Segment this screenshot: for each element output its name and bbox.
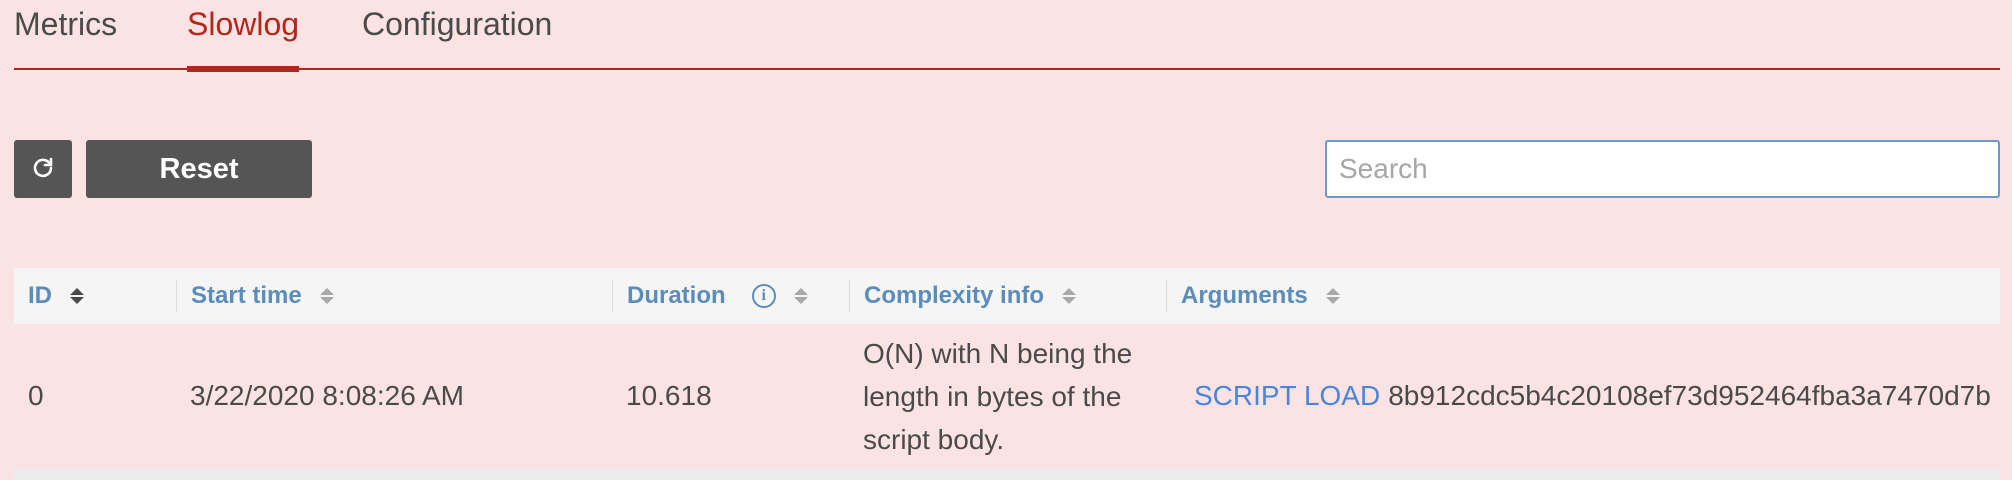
table-row: 0 3/22/2020 8:08:26 AM 10.618 O(N) with … [14, 324, 2000, 468]
cell-complexity: O(N) with N being the length in bytes of… [863, 337, 1133, 455]
column-label-arguments: Arguments [1181, 282, 1308, 309]
column-header-arguments[interactable]: Arguments [1166, 280, 1340, 312]
info-icon[interactable]: i [751, 284, 776, 308]
cell-arguments: SCRIPT LOAD 8b912cdc5b4c20108ef73d952464… [1180, 324, 1991, 468]
cell-duration: 10.618 [626, 380, 712, 411]
table-footer [14, 468, 2000, 480]
column-label-start-time: Start time [191, 282, 302, 309]
column-label-id: ID [28, 282, 52, 309]
refresh-icon [31, 156, 55, 183]
refresh-button[interactable] [14, 140, 72, 198]
tab-bar: Metrics Slowlog Configuration [14, 0, 2000, 72]
column-header-duration[interactable]: Duration i [612, 280, 808, 312]
column-label-duration: Duration [627, 282, 726, 309]
sort-icon [1325, 288, 1340, 304]
sort-icon [319, 288, 334, 304]
slowlog-table: ID Start time Duration i Complexity info… [14, 268, 2000, 480]
column-header-complexity[interactable]: Complexity info [849, 280, 1077, 312]
sort-icon [1062, 288, 1077, 304]
cell-start-time: 3/22/2020 8:08:26 AM [190, 380, 464, 411]
argument-text: 8b912cdc5b4c20108ef73d952464fba3a7470d7b [1388, 380, 1991, 411]
tab-slowlog[interactable]: Slowlog [187, 4, 300, 72]
command-link[interactable]: SCRIPT LOAD [1194, 380, 1380, 412]
tab-metrics[interactable]: Metrics [14, 4, 117, 68]
table-header: ID Start time Duration i Complexity info… [14, 268, 2000, 324]
cell-id: 0 [28, 380, 44, 411]
tab-configuration[interactable]: Configuration [362, 4, 552, 68]
column-label-complexity: Complexity info [864, 282, 1045, 309]
slowlog-page: Metrics Slowlog Configuration Reset ID S… [0, 0, 2012, 480]
sort-icon [70, 288, 84, 304]
column-header-id[interactable]: ID [14, 268, 84, 324]
search-input[interactable] [1325, 140, 2000, 198]
reset-button[interactable]: Reset [86, 140, 312, 198]
sort-icon [793, 288, 808, 304]
column-header-start-time[interactable]: Start time [176, 280, 334, 312]
